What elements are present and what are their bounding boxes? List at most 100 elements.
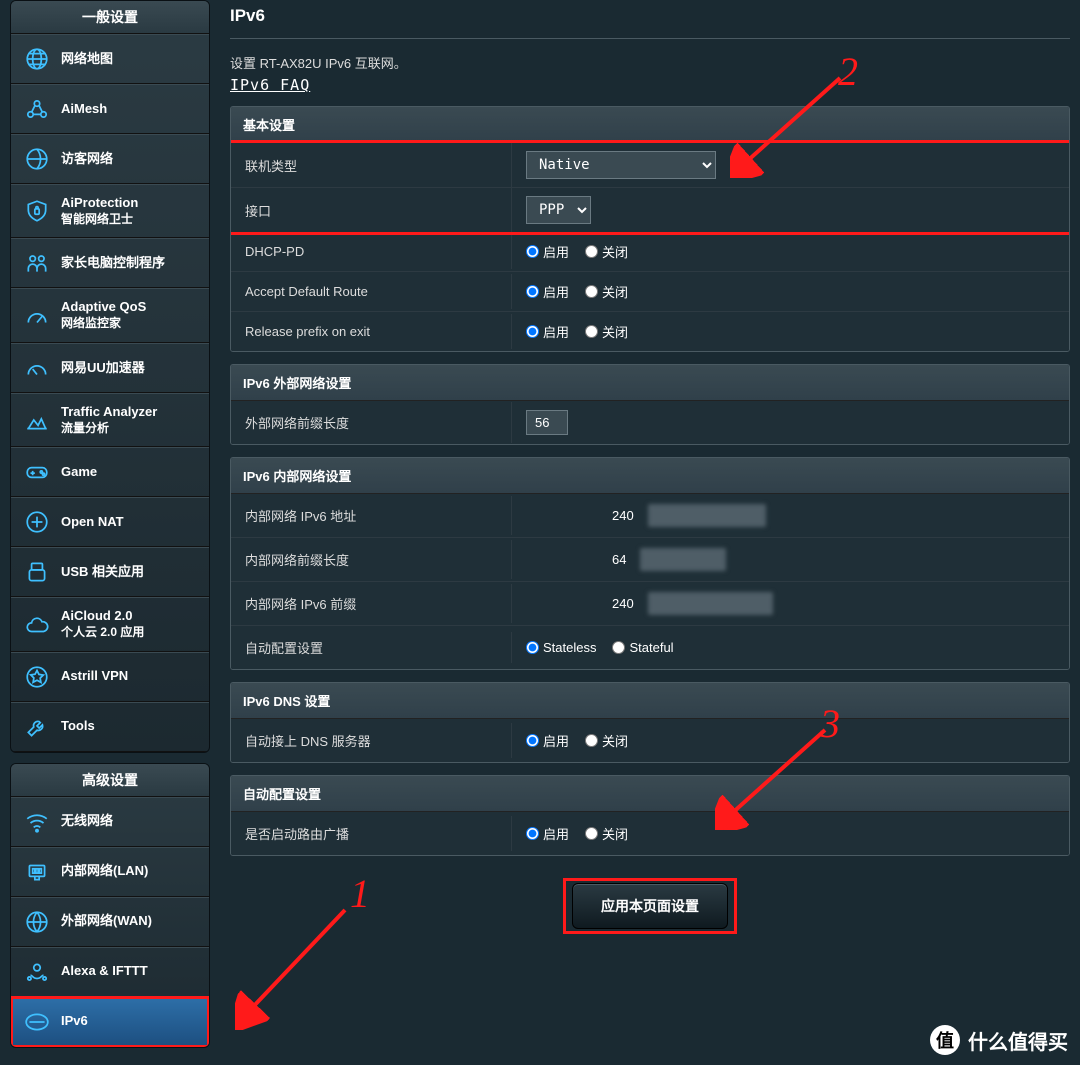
sidebar-item-label: Adaptive QoS网络监控家 (61, 299, 146, 331)
sidebar-item-aimesh[interactable]: AiMesh (11, 84, 209, 134)
sidebar-item-wireless[interactable]: 无线网络 (11, 797, 209, 847)
page-description: 设置 RT-AX82U IPv6 互联网。 (230, 53, 1070, 72)
sidebar-item-aicloud[interactable]: AiCloud 2.0个人云 2.0 应用 (11, 597, 209, 651)
section-basic: 基本设置 联机类型 Native 接口 PPP DHCP-PD (230, 106, 1070, 352)
opennat-icon (23, 508, 51, 536)
radio-enable[interactable]: 启用 (526, 282, 569, 301)
sidebar-item-label: Tools (61, 718, 95, 735)
wifi-icon (23, 808, 51, 836)
traffic-icon (23, 406, 51, 434)
row-router-adv: 是否启动路由广播 启用 关闭 (231, 812, 1069, 855)
lan-icon (23, 858, 51, 886)
row-label: Accept Default Route (231, 272, 511, 311)
row-label: 自动配置设置 (231, 626, 511, 669)
radio-disable[interactable]: 关闭 (585, 322, 628, 341)
apply-button[interactable]: 应用本页面设置 (572, 883, 728, 929)
row-lan-addr: 内部网络 IPv6 地址 240xxxxxxxxx (231, 494, 1069, 538)
sidebar-item-network-map[interactable]: 网络地图 (11, 34, 209, 84)
sidebar-item-alexa[interactable]: Alexa & IFTTT (11, 947, 209, 997)
sidebar-item-label: 无线网络 (61, 813, 113, 830)
sidebar-item-uu[interactable]: 网易UU加速器 (11, 343, 209, 393)
section-header: 基本设置 (231, 107, 1069, 143)
sidebar-item-label: 网络地图 (61, 51, 113, 68)
section-header: IPv6 内部网络设置 (231, 458, 1069, 494)
page-title: IPv6 (230, 6, 1070, 26)
section-lan: IPv6 内部网络设置 内部网络 IPv6 地址 240xxxxxxxxx 内部… (230, 457, 1070, 670)
mesh-icon (23, 95, 51, 123)
interface-select[interactable]: PPP (526, 196, 591, 224)
sidebar-item-label: Open NAT (61, 514, 124, 531)
sidebar-item-label: IPv6 (61, 1013, 88, 1030)
radio-stateful[interactable]: Stateful (612, 640, 673, 655)
lan-addr-value: 240 (606, 508, 634, 523)
row-release-prefix: Release prefix on exit 启用 关闭 (231, 312, 1069, 351)
row-label: 自动接上 DNS 服务器 (231, 719, 511, 762)
sidebar-item-wan[interactable]: 外部网络(WAN) (11, 897, 209, 947)
sidebar-item-usb[interactable]: USB 相关应用 (11, 547, 209, 597)
sidebar-item-label: 网易UU加速器 (61, 360, 145, 377)
row-connection-type: 联机类型 Native (231, 143, 1069, 188)
radio-enable[interactable]: 启用 (526, 242, 569, 261)
row-accept-default: Accept Default Route 启用 关闭 (231, 272, 1069, 312)
section-header: 自动配置设置 (231, 776, 1069, 812)
section-dns: IPv6 DNS 设置 自动接上 DNS 服务器 启用 关闭 (230, 682, 1070, 763)
radio-disable[interactable]: 关闭 (585, 282, 628, 301)
ipv6-icon (23, 1008, 51, 1036)
row-lan-prefix: 内部网络 IPv6 前缀 240xxxxxxxxxx (231, 582, 1069, 626)
sidebar-item-label: AiCloud 2.0个人云 2.0 应用 (61, 608, 144, 640)
section-wan: IPv6 外部网络设置 外部网络前缀长度 (230, 364, 1070, 445)
row-label: 外部网络前缀长度 (231, 401, 511, 444)
radio-enable[interactable]: 启用 (526, 824, 569, 843)
sidebar-general-header: 一般设置 (11, 1, 209, 34)
row-label: 接口 (231, 189, 511, 232)
sidebar-item-label: 内部网络(LAN) (61, 863, 148, 880)
radio-stateless[interactable]: Stateless (526, 640, 596, 655)
lan-prefix-len-value: 64 (606, 552, 626, 567)
sidebar-item-ipv6[interactable]: IPv6 (11, 997, 209, 1047)
row-label: 联机类型 (231, 144, 511, 187)
faq-link[interactable]: IPv6 FAQ (230, 76, 310, 94)
radio-disable[interactable]: 关闭 (585, 731, 628, 750)
row-label: 内部网络前缀长度 (231, 538, 511, 581)
section-header: IPv6 DNS 设置 (231, 683, 1069, 719)
sidebar-advanced: 高级设置 无线网络 内部网络(LAN) 外部网络(WAN) Alexa & IF… (10, 763, 210, 1048)
radio-disable[interactable]: 关闭 (585, 242, 628, 261)
radio-enable[interactable]: 启用 (526, 731, 569, 750)
row-dns-auto: 自动接上 DNS 服务器 启用 关闭 (231, 719, 1069, 762)
row-label: DHCP-PD (231, 232, 511, 271)
main-content: IPv6 设置 RT-AX82U IPv6 互联网。 IPv6 FAQ 基本设置… (210, 0, 1070, 1058)
radio-enable[interactable]: 启用 (526, 322, 569, 341)
row-label: 是否启动路由广播 (231, 812, 511, 855)
row-label: 内部网络 IPv6 地址 (231, 494, 511, 537)
sidebar-item-opennat[interactable]: Open NAT (11, 497, 209, 547)
wan-icon (23, 908, 51, 936)
section-autoconf: 自动配置设置 是否启动路由广播 启用 关闭 (230, 775, 1070, 856)
sidebar-item-traffic[interactable]: Traffic Analyzer流量分析 (11, 393, 209, 447)
game-icon (23, 458, 51, 486)
wan-prefix-len-input[interactable] (526, 410, 568, 435)
sidebar-item-guest[interactable]: 访客网络 (11, 134, 209, 184)
cloud-icon (23, 611, 51, 639)
row-label: Release prefix on exit (231, 312, 511, 351)
guest-icon (23, 145, 51, 173)
sidebar-item-astrill[interactable]: Astrill VPN (11, 652, 209, 702)
radio-disable[interactable]: 关闭 (585, 824, 628, 843)
row-interface: 接口 PPP (231, 188, 1069, 232)
watermark-badge-icon: 值 (930, 1025, 960, 1055)
sidebar-item-game[interactable]: Game (11, 447, 209, 497)
sidebar-item-label: Astrill VPN (61, 668, 128, 685)
sidebar-item-label: Traffic Analyzer流量分析 (61, 404, 157, 436)
alexa-icon (23, 958, 51, 986)
sidebar-item-parental[interactable]: 家长电脑控制程序 (11, 238, 209, 288)
sidebar-item-qos[interactable]: Adaptive QoS网络监控家 (11, 288, 209, 342)
sidebar-item-label: 外部网络(WAN) (61, 913, 152, 930)
sidebar-item-aiprotection[interactable]: AiProtection智能网络卫士 (11, 184, 209, 238)
speed-icon (23, 354, 51, 382)
meter-icon (23, 302, 51, 330)
family-icon (23, 249, 51, 277)
row-dhcppd: DHCP-PD 启用 关闭 (231, 232, 1069, 272)
connection-type-select[interactable]: Native (526, 151, 716, 179)
sidebar-item-tools[interactable]: Tools (11, 702, 209, 752)
sidebar-item-lan[interactable]: 内部网络(LAN) (11, 847, 209, 897)
shield-icon (23, 197, 51, 225)
